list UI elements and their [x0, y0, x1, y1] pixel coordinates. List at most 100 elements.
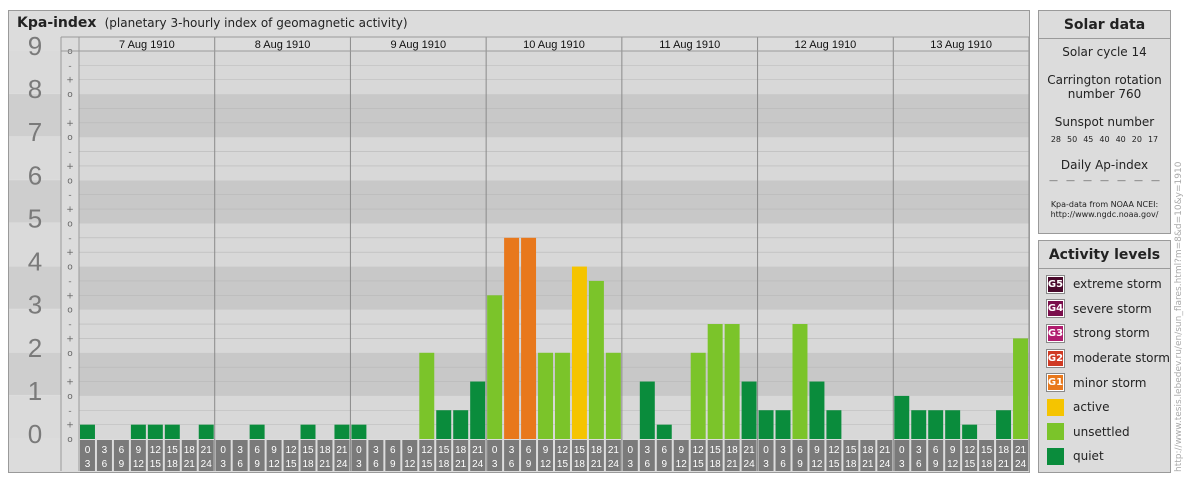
ap-index-label: Daily Ap-index	[1060, 158, 1149, 172]
interval-end-label: 15	[964, 459, 976, 470]
interval-start-label: 12	[150, 445, 162, 456]
y-subtick-label: -	[68, 148, 71, 158]
kp-bar	[521, 237, 537, 439]
interval-end-label: 21	[862, 459, 874, 470]
kp-bar	[639, 381, 655, 439]
kp-bar	[809, 381, 825, 439]
plot-band	[79, 180, 1029, 224]
y-subtick-label: +	[66, 378, 74, 388]
kp-bar	[147, 424, 163, 439]
credit-link[interactable]: http://www.ngdc.noaa.gov/	[1039, 210, 1170, 220]
kp-bar	[249, 424, 265, 439]
interval-start-label: 21	[336, 445, 348, 456]
ap-value: —	[1066, 176, 1075, 186]
interval-end-label: 12	[133, 459, 145, 470]
day-label: 7 Aug 1910	[119, 39, 175, 51]
y-tick-label: 5	[28, 203, 42, 233]
solar-data-panel: Solar data Solar cycle 14 Carrington rot…	[1038, 10, 1171, 234]
y-subtick-label: o	[67, 263, 73, 273]
legend-label: minor storm	[1073, 375, 1147, 390]
interval-start-label: 6	[797, 445, 803, 456]
interval-start-label: 0	[492, 445, 498, 456]
interval-end-label: 18	[574, 459, 586, 470]
interval-end-label: 18	[302, 459, 314, 470]
interval-start-label: 9	[814, 445, 820, 456]
kp-bar	[80, 424, 95, 439]
interval-end-label: 24	[472, 459, 484, 470]
kp-bar	[470, 381, 486, 439]
interval-start-label: 3	[916, 445, 922, 456]
plot-band	[79, 94, 1029, 138]
interval-start-label: 0	[220, 445, 226, 456]
legend-label: active	[1073, 400, 1110, 415]
interval-end-label: 24	[879, 459, 891, 470]
kpa-chart-panel: Kpa-index (planetary 3-hourly index of g…	[8, 10, 1030, 473]
kp-bar	[656, 424, 672, 439]
interval-start-label: 12	[828, 445, 840, 456]
interval-end-label: 3	[220, 459, 226, 470]
y-subtick-label: +	[66, 291, 74, 301]
legend-item: unsettled	[1039, 420, 1170, 445]
interval-start-label: 15	[438, 445, 450, 456]
interval-end-label: 24	[201, 459, 213, 470]
kp-bar	[792, 324, 808, 439]
plot-band	[79, 223, 1029, 267]
day-label: 11 Aug 1910	[659, 39, 720, 51]
y-tick-label: 2	[28, 333, 42, 363]
kp-bar	[911, 410, 927, 439]
y-subtick-label: -	[68, 363, 71, 373]
y-subtick-label: -	[68, 104, 71, 114]
ap-value: —	[1049, 176, 1058, 186]
interval-end-label: 3	[85, 459, 91, 470]
kp-bar	[707, 324, 723, 439]
interval-start-label: 6	[933, 445, 939, 456]
interval-start-label: 12	[285, 445, 297, 456]
ap-index-values: — — — — — — —	[1039, 176, 1170, 186]
interval-end-label: 6	[645, 459, 651, 470]
interval-start-label: 21	[744, 445, 756, 456]
interval-start-label: 18	[591, 445, 603, 456]
legend-label: quiet	[1073, 449, 1104, 464]
activity-levels-title: Activity levels	[1039, 241, 1170, 269]
interval-start-label: 21	[472, 445, 484, 456]
kp-bar	[334, 424, 350, 439]
legend-item: G4 severe storm	[1039, 297, 1170, 322]
carrington-line1: Carrington rotation	[1047, 73, 1162, 87]
kp-bar	[538, 352, 553, 439]
interval-start-label: 6	[254, 445, 260, 456]
interval-end-label: 12	[676, 459, 688, 470]
interval-start-label: 15	[845, 445, 857, 456]
interval-end-label: 9	[526, 459, 532, 470]
interval-start-label: 3	[373, 445, 379, 456]
interval-end-label: 21	[319, 459, 331, 470]
interval-end-label: 12	[811, 459, 823, 470]
interval-start-label: 0	[899, 445, 905, 456]
plot-band	[79, 309, 1029, 353]
interval-end-label: 24	[608, 459, 620, 470]
interval-end-label: 18	[167, 459, 179, 470]
legend-swatch: G3	[1046, 323, 1065, 343]
day-label: 8 Aug 1910	[255, 39, 311, 51]
interval-end-label: 21	[455, 459, 467, 470]
interval-end-label: 24	[1015, 459, 1027, 470]
kp-bar	[436, 410, 452, 439]
y-subtick-label: -	[68, 277, 71, 287]
interval-start-label: 21	[1015, 445, 1027, 456]
interval-start-label: 21	[879, 445, 891, 456]
interval-end-label: 15	[285, 459, 297, 470]
interval-start-label: 3	[645, 445, 651, 456]
y-subtick-label: -	[68, 320, 71, 330]
legend-swatch	[1047, 398, 1064, 416]
interval-start-label: 9	[950, 445, 956, 456]
interval-end-label: 18	[438, 459, 450, 470]
kp-bar	[894, 395, 910, 439]
kp-bar	[826, 410, 842, 439]
solar-data-title: Solar data	[1039, 11, 1170, 39]
kp-bar	[605, 352, 621, 439]
legend-item: G3 strong storm	[1039, 321, 1170, 346]
day-label: 9 Aug 1910	[390, 39, 446, 51]
y-subtick-label: o	[67, 219, 73, 229]
kp-bar	[588, 280, 604, 439]
interval-end-label: 9	[119, 459, 125, 470]
y-subtick-label: -	[68, 191, 71, 201]
